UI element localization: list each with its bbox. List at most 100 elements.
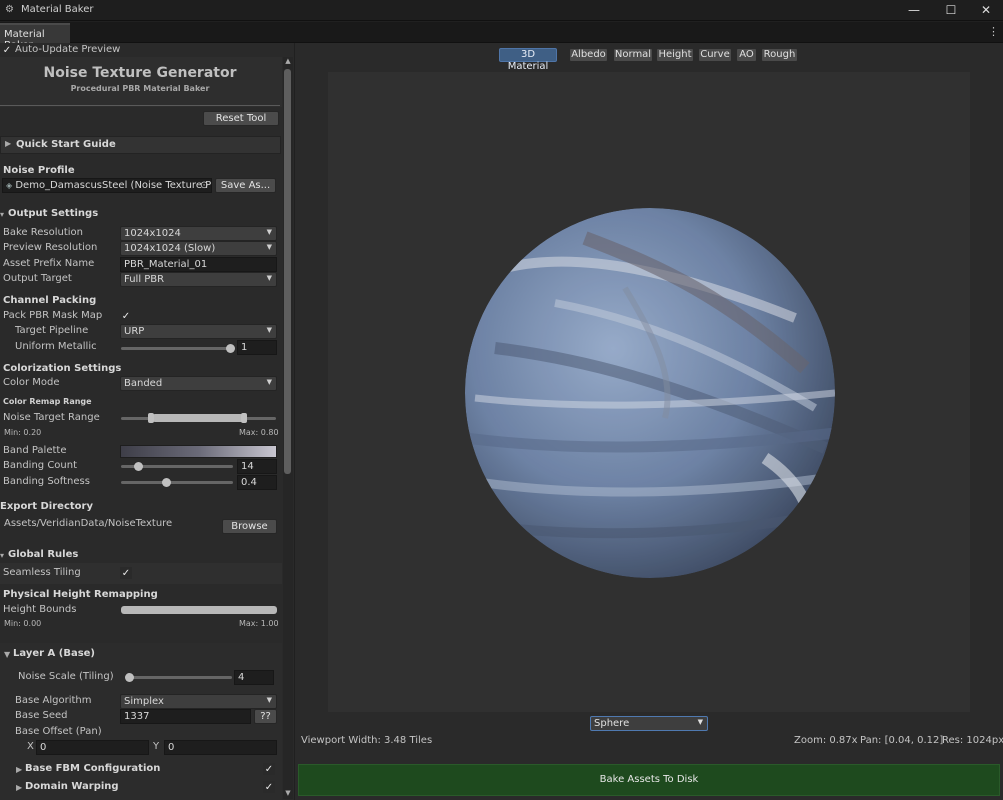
noise-profile-field[interactable]: ◈ Demo_DamascusSteel (Noise Texture Pro	[2, 178, 212, 193]
banding-softness-input[interactable]: 0.4	[237, 475, 277, 490]
preview-shape-value: Sphere	[594, 718, 630, 729]
preview-resolution-dropdown[interactable]: 1024x1024 (Slow) ▼	[120, 241, 277, 256]
scroll-up-icon[interactable]: ▲	[284, 57, 292, 65]
seamless-checkbox[interactable]: ✓	[120, 567, 132, 579]
output-settings-header[interactable]: Output Settings	[8, 208, 98, 219]
tab-albedo[interactable]: Albedo	[569, 48, 608, 62]
tab-normal[interactable]: Normal	[613, 48, 653, 62]
preview-shape-dropdown[interactable]: Sphere ▼	[590, 716, 708, 731]
noise-scale-slider-track[interactable]	[126, 676, 232, 679]
height-max-text: Max: 1.00	[239, 619, 279, 628]
channel-packing-header: Channel Packing	[3, 295, 97, 306]
noise-profile-value: Demo_DamascusSteel (Noise Texture Pro	[15, 180, 212, 191]
uniform-metallic-slider-track[interactable]	[121, 347, 233, 350]
dropdown-arrow-icon: ▼	[266, 228, 272, 236]
output-target-dropdown[interactable]: Full PBR ▼	[120, 272, 277, 287]
target-pipeline-dropdown[interactable]: URP ▼	[120, 324, 277, 339]
band-palette-gradient[interactable]	[120, 445, 277, 458]
noise-profile-header: Noise Profile	[3, 165, 75, 176]
zoom-text: Zoom: 0.87x	[794, 735, 858, 746]
band-palette-label: Band Palette	[3, 445, 67, 456]
domain-warping-checkbox[interactable]: ✓	[263, 781, 275, 793]
scrollbar-thumb[interactable]	[284, 69, 291, 474]
editor-tab-bar: Material Baker ⋮	[0, 22, 1003, 51]
range-min-handle[interactable]	[148, 413, 154, 423]
tab-material-baker[interactable]: Material Baker	[0, 23, 70, 51]
banding-softness-slider-knob[interactable]	[162, 478, 171, 487]
chevron-down-icon[interactable]: ▼	[4, 650, 10, 659]
color-mode-value: Banded	[124, 378, 163, 389]
base-algorithm-label: Base Algorithm	[15, 695, 92, 706]
color-remap-header: Color Remap Range	[3, 397, 92, 406]
3d-viewport[interactable]	[328, 72, 970, 712]
randomize-seed-button[interactable]: ??	[254, 709, 277, 724]
banding-count-slider-knob[interactable]	[134, 462, 143, 471]
bake-assets-button[interactable]: Bake Assets To Disk	[298, 764, 1000, 796]
settings-panel: ✓ Auto-Update Preview Noise Texture Gene…	[0, 43, 294, 800]
offset-y-input[interactable]: 0	[164, 740, 277, 755]
resolution-text: Res: 1024px	[942, 735, 1003, 746]
offset-y-label: Y	[153, 741, 160, 752]
preview-panel: 3D Material Albedo Normal Height Curve A…	[295, 43, 1003, 800]
chevron-down-icon[interactable]: ▾	[0, 551, 4, 560]
noise-scale-slider-knob[interactable]	[125, 673, 134, 682]
banding-softness-slider-track[interactable]	[121, 481, 233, 484]
dropdown-arrow-icon: ▼	[266, 326, 272, 334]
base-seed-input[interactable]: 1337	[120, 709, 251, 724]
auto-update-checkbox[interactable]: ✓	[1, 44, 13, 56]
range-max-handle[interactable]	[241, 413, 247, 423]
tab-height[interactable]: Height	[656, 48, 694, 62]
tool-subtitle: Procedural PBR Material Baker	[70, 84, 210, 93]
uniform-metallic-slider-knob[interactable]	[226, 344, 235, 353]
offset-x-input[interactable]: 0	[36, 740, 149, 755]
minimize-button[interactable]: —	[897, 0, 931, 20]
layer-a-header[interactable]: Layer A (Base)	[13, 648, 95, 659]
title-bar: ⚙ Material Baker — ☐ ✕	[0, 0, 1003, 21]
chevron-down-icon[interactable]: ▾	[0, 210, 4, 219]
object-picker-icon[interactable]: ⊙	[200, 180, 208, 191]
base-algorithm-dropdown[interactable]: Simplex ▼	[120, 694, 277, 709]
maximize-button[interactable]: ☐	[934, 0, 968, 20]
quick-start-label: Quick Start Guide	[16, 139, 116, 150]
scroll-down-icon[interactable]: ▼	[284, 789, 292, 797]
tab-3d-material[interactable]: 3D Material	[499, 48, 557, 72]
asset-prefix-label: Asset Prefix Name	[3, 258, 95, 269]
auto-update-label: Auto-Update Preview	[15, 44, 121, 55]
pack-mask-checkbox[interactable]: ✓	[120, 310, 132, 322]
tab-ao[interactable]: AO	[736, 48, 757, 62]
height-bounds-fill[interactable]	[121, 606, 277, 614]
save-as-button[interactable]: Save As...	[215, 178, 276, 193]
uniform-metallic-input[interactable]: 1	[237, 340, 277, 355]
close-button[interactable]: ✕	[969, 0, 1003, 20]
height-min-text: Min: 0.00	[4, 619, 42, 628]
bake-resolution-dropdown[interactable]: 1024x1024 ▼	[120, 226, 277, 241]
banding-count-input[interactable]: 14	[237, 459, 277, 474]
quick-start-foldout[interactable]: ▶ Quick Start Guide	[0, 136, 281, 154]
chevron-right-icon[interactable]: ▶	[16, 783, 22, 792]
color-mode-dropdown[interactable]: Banded ▼	[120, 376, 277, 391]
dropdown-arrow-icon: ▼	[697, 718, 703, 726]
tab-curve[interactable]: Curve	[698, 48, 732, 62]
reset-tool-button[interactable]: Reset Tool	[203, 111, 279, 126]
browse-button[interactable]: Browse	[222, 519, 277, 534]
fbm-config-checkbox[interactable]: ✓	[263, 763, 275, 775]
noise-scale-input[interactable]: 4	[234, 670, 274, 685]
banding-count-label: Banding Count	[3, 460, 78, 471]
tab-rough[interactable]: Rough	[761, 48, 798, 62]
seamless-label: Seamless Tiling	[3, 567, 81, 578]
material-sphere-preview[interactable]	[465, 208, 835, 578]
asset-prefix-input[interactable]: PBR_Material_01	[120, 257, 277, 272]
chevron-right-icon[interactable]: ▶	[16, 765, 22, 774]
dropdown-arrow-icon: ▼	[266, 696, 272, 704]
kebab-menu-icon[interactable]: ⋮	[988, 25, 999, 38]
base-offset-label: Base Offset (Pan)	[15, 726, 102, 737]
asset-icon: ◈	[6, 181, 13, 190]
global-rules-header[interactable]: Global Rules	[8, 549, 78, 560]
panel-scrollbar[interactable]: ▲ ▼	[283, 57, 293, 799]
output-target-label: Output Target	[3, 273, 72, 284]
fbm-config-label[interactable]: Base FBM Configuration	[25, 763, 160, 774]
domain-warping-label[interactable]: Domain Warping	[25, 781, 119, 792]
noise-target-range-fill[interactable]	[152, 414, 244, 422]
noise-scale-label: Noise Scale (Tiling)	[18, 671, 114, 682]
noise-target-label: Noise Target Range	[3, 412, 100, 423]
